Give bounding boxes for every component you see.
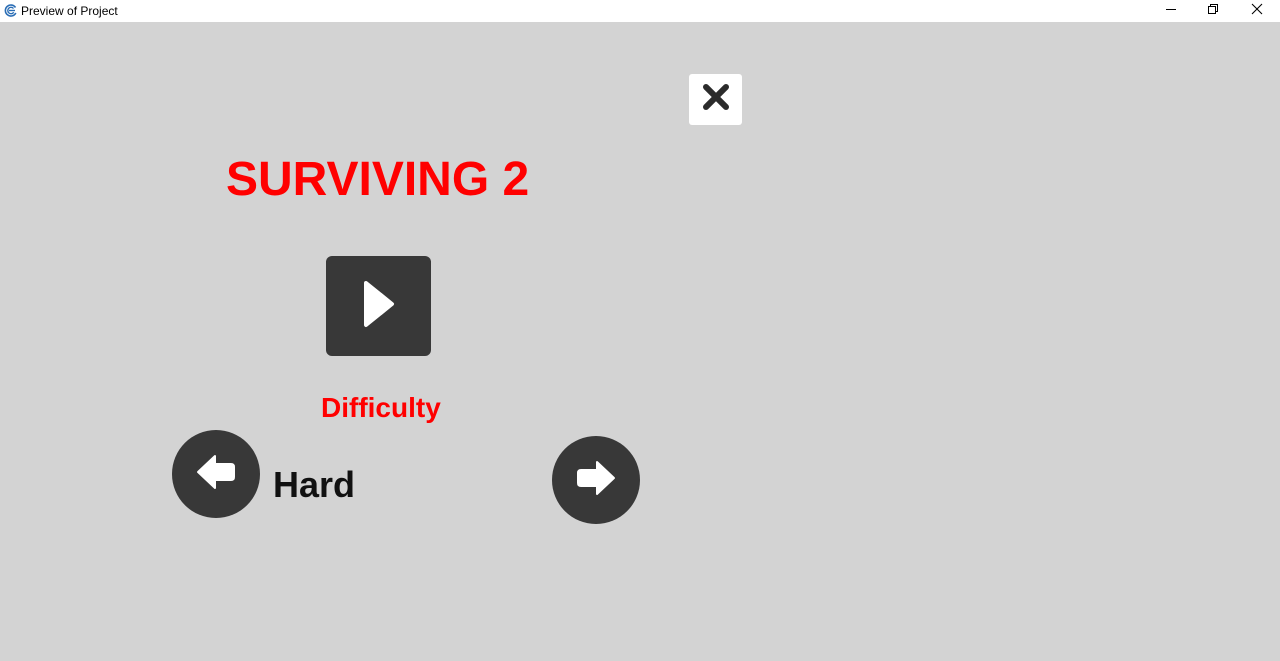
- play-button[interactable]: [326, 256, 431, 356]
- close-game-button[interactable]: [689, 74, 742, 125]
- restore-button[interactable]: [1192, 0, 1234, 22]
- close-x-icon: [701, 82, 731, 117]
- next-difficulty-button[interactable]: [552, 436, 640, 524]
- previous-difficulty-button[interactable]: [172, 430, 260, 518]
- close-icon: [1251, 2, 1263, 20]
- window-titlebar: Preview of Project: [0, 0, 1280, 22]
- app-logo-icon: [3, 3, 18, 18]
- game-title: SURVIVING 2: [226, 153, 530, 206]
- minimize-button[interactable]: [1150, 0, 1192, 22]
- minimize-icon: [1165, 2, 1177, 20]
- difficulty-value: Hard: [273, 464, 356, 505]
- arrow-left-icon: [195, 452, 237, 497]
- window-close-button[interactable]: [1236, 0, 1278, 22]
- arrow-right-icon: [575, 458, 617, 503]
- difficulty-label: Difficulty: [321, 392, 441, 423]
- game-preview-window: Preview of Project SURVIVING 2 Difficult…: [0, 0, 1280, 661]
- play-icon: [361, 279, 397, 334]
- maximize-icon: [1207, 2, 1219, 20]
- window-title: Preview of Project: [21, 4, 118, 18]
